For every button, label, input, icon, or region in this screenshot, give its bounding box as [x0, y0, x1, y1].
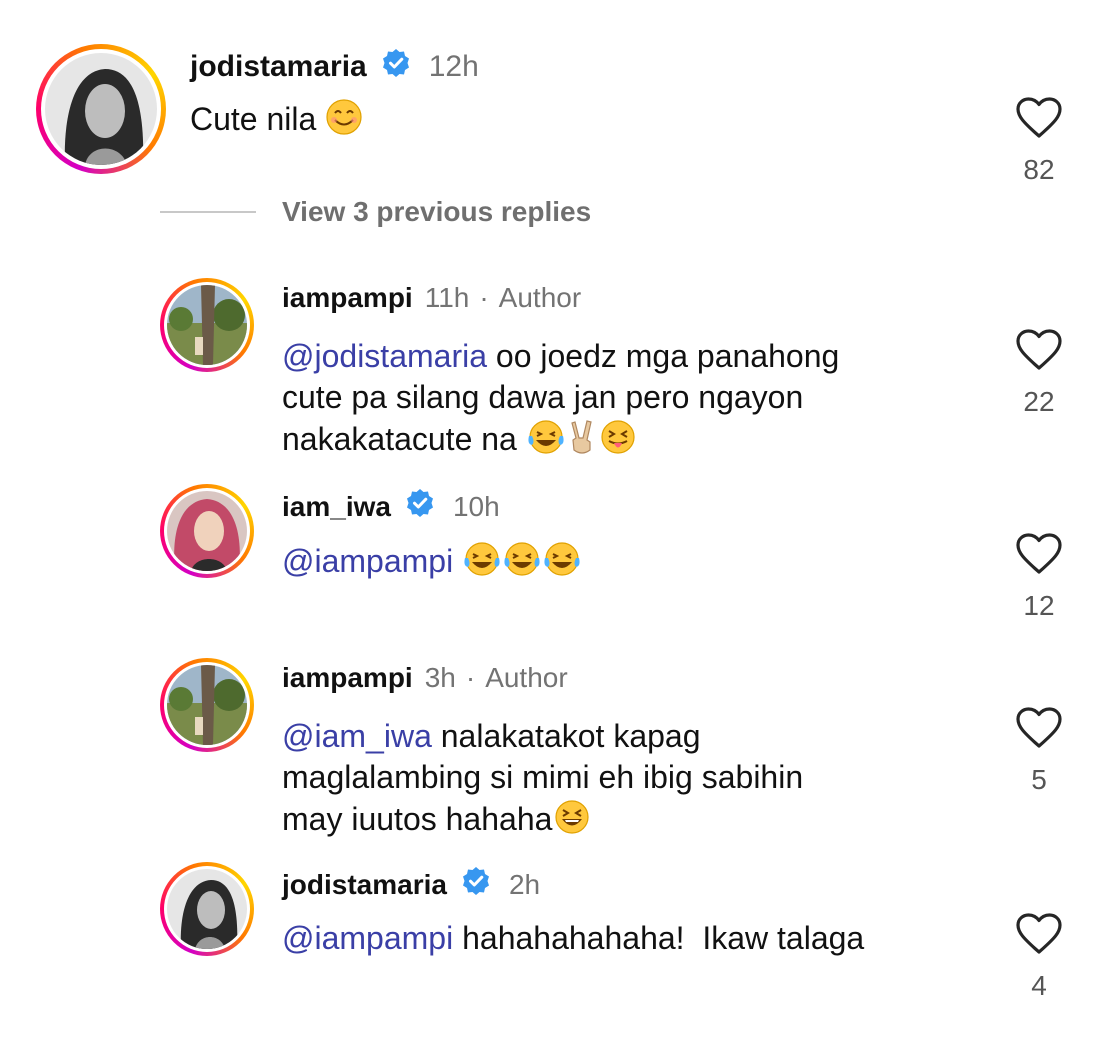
separator-dot: ·: [465, 662, 476, 693]
username[interactable]: iampampi: [282, 662, 413, 694]
avatar[interactable]: [160, 862, 254, 956]
divider: [160, 211, 256, 213]
author-badge: Author: [485, 662, 568, 693]
like-count: 4: [1031, 970, 1047, 1001]
timestamp: 3h: [424, 662, 456, 693]
avatar-image: [167, 491, 247, 571]
like-control: 22: [1004, 328, 1074, 418]
like-control: 4: [1004, 912, 1074, 1002]
separator-dot: ·: [479, 282, 489, 313]
comment-text: @iam_iwa nalakatakot kapag maglalambing …: [282, 716, 803, 846]
avatar-image: [167, 665, 247, 745]
mention-link[interactable]: @jodistamaria: [282, 338, 487, 374]
victory-hand-emoji-icon: [566, 418, 598, 466]
username[interactable]: jodistamaria: [190, 50, 367, 84]
view-replies-label[interactable]: View 3 previous replies: [282, 196, 591, 228]
mention-link[interactable]: @iampampi: [282, 920, 453, 956]
username[interactable]: iam_iwa: [282, 491, 391, 523]
comment-text: @iampampi: [282, 540, 582, 588]
tears-of-joy-emoji-icon: [502, 540, 542, 588]
like-control: 12: [1004, 532, 1074, 622]
comment-text: @iampampi hahahahahaha! Ikaw talaga: [282, 918, 864, 959]
avatar[interactable]: [36, 44, 166, 174]
comment-line: maglalambing si mimi eh ibig sabihin: [282, 759, 804, 795]
like-count: 82: [1023, 154, 1055, 185]
heart-outline-icon[interactable]: [1015, 912, 1063, 956]
like-control: 5: [1004, 706, 1074, 796]
like-control: 82: [1004, 96, 1074, 186]
author-badge: Author: [498, 282, 582, 313]
heart-outline-icon[interactable]: [1015, 706, 1063, 750]
like-count: 22: [1023, 386, 1055, 417]
comment-line: nakakatacute na: [282, 421, 517, 457]
avatar[interactable]: [160, 484, 254, 578]
avatar-image: [45, 53, 157, 165]
timestamp: 12h: [428, 50, 479, 83]
heart-outline-icon[interactable]: [1015, 328, 1063, 372]
smiling-emoji-icon: [325, 98, 363, 146]
tears-of-joy-emoji-icon: [462, 540, 502, 588]
laughing-emoji-icon: [552, 798, 592, 846]
comment-line: oo joedz mga panahong: [495, 338, 840, 374]
comment-line: nalakatakot kapag: [440, 718, 701, 754]
comment-line: cute pa silang dawa jan pero ngayon: [282, 379, 804, 415]
tears-of-joy-emoji-icon: [542, 540, 582, 588]
username[interactable]: jodistamaria: [282, 869, 447, 901]
avatar[interactable]: [160, 278, 254, 372]
comment-body: Cute nila: [190, 101, 317, 137]
avatar[interactable]: [160, 658, 254, 752]
timestamp: 2h: [508, 868, 541, 900]
comment-body: hahahahahaha! Ikaw talaga: [462, 920, 865, 956]
like-count: 5: [1031, 764, 1047, 795]
heart-outline-icon[interactable]: [1015, 532, 1063, 576]
squinting-tongue-emoji-icon: [598, 418, 638, 466]
avatar-image: [167, 285, 247, 365]
heart-outline-icon[interactable]: [1015, 96, 1063, 140]
view-previous-replies[interactable]: View 3 previous replies: [160, 196, 591, 228]
mention-link[interactable]: @iampampi: [282, 543, 453, 579]
comment-text: Cute nila: [190, 98, 363, 146]
like-count: 12: [1023, 590, 1055, 621]
timestamp: 10h: [452, 490, 500, 522]
username[interactable]: iampampi: [282, 282, 413, 314]
mention-link[interactable]: @iam_iwa: [282, 718, 432, 754]
verified-badge-icon: [461, 866, 491, 903]
timestamp: 11h: [424, 282, 470, 313]
avatar-image: [167, 869, 247, 949]
comment-line: may iuutos hahaha: [282, 801, 553, 837]
comment-text: @jodistamaria oo joedz mga panahong cute…: [282, 336, 839, 466]
tears-of-joy-emoji-icon: [526, 418, 566, 466]
verified-badge-icon: [405, 488, 435, 525]
verified-badge-icon: [381, 48, 411, 86]
